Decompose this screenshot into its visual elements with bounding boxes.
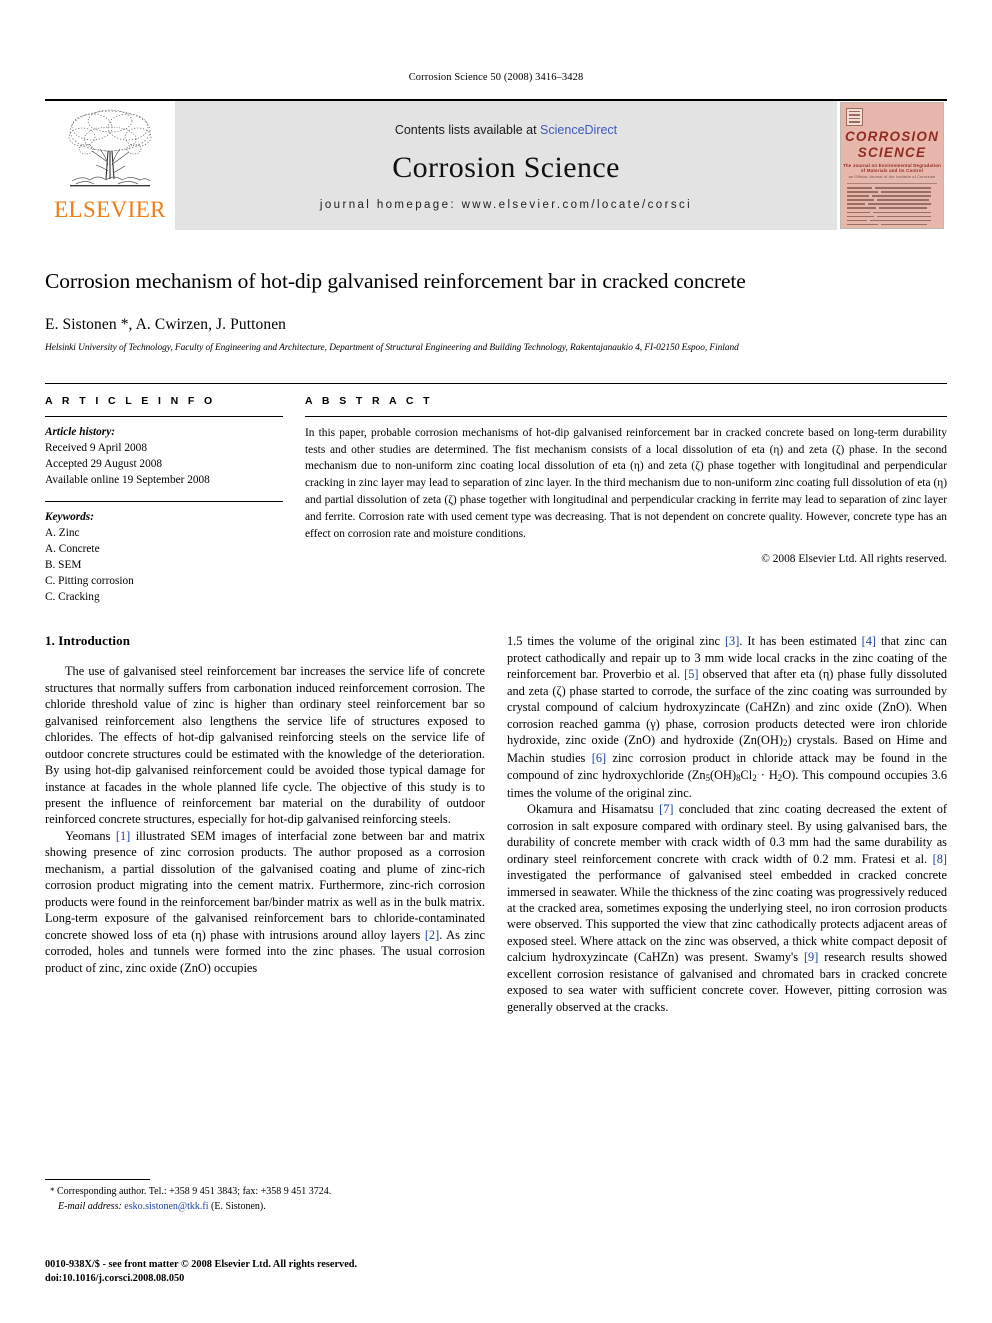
article-history-label: Article history: <box>45 425 115 438</box>
footnote-contact-text: Corresponding author. Tel.: +358 9 451 3… <box>57 1186 332 1197</box>
issn-line: 0010-938X/$ - see front matter © 2008 El… <box>45 1259 358 1270</box>
keyword-item: C. Cracking <box>45 591 100 604</box>
citation-ref-2[interactable]: [2] <box>425 928 439 942</box>
info-abstract-block: A R T I C L E I N F O Article history: R… <box>45 382 947 605</box>
journal-masthead: ELSEVIER Contents lists available at Sci… <box>45 99 947 230</box>
paragraph-text: illustrated SEM images of interfacial zo… <box>45 828 485 942</box>
paragraph-text: 1.5 times the volume of the original zin… <box>507 634 725 649</box>
paragraph: Okamura and Hisamatsu [7] concluded that… <box>507 801 947 1015</box>
contents-list-line: Contents lists available at ScienceDirec… <box>395 123 617 137</box>
affiliation: Helsinki University of Technology, Facul… <box>45 342 739 353</box>
citation-ref-9[interactable]: [9] <box>804 950 818 964</box>
keyword-item: A. Concrete <box>45 543 100 556</box>
citation-ref-6[interactable]: [6] <box>592 751 606 765</box>
section-heading-introduction: 1. Introduction <box>45 633 131 649</box>
email-owner: (E. Sistonen). <box>211 1200 266 1212</box>
paragraph-text: Cl <box>740 767 753 782</box>
author-list: E. Sistonen *, A. Cwirzen, J. Puttonen <box>45 315 287 333</box>
footnote-line-email: E-mail address: esko.sistonen@tkk.fi (E.… <box>45 1200 485 1215</box>
cover-badge-icon <box>846 108 863 126</box>
paper-page: Corrosion Science 50 (2008) 3416–3428 EL… <box>0 0 992 1323</box>
keyword-item: B. SEM <box>45 559 82 572</box>
history-item: Available online 19 September 2008 <box>45 474 210 487</box>
abstract-text: In this paper, probable corrosion mechan… <box>305 426 947 540</box>
abstract-copyright: © 2008 Elsevier Ltd. All rights reserved… <box>761 553 947 566</box>
email-link[interactable]: esko.sistonen@tkk.fi <box>124 1201 208 1212</box>
abstract-column: A B S T R A C T In this paper, probable … <box>305 384 947 605</box>
body-column-left: 1. Introduction The use of galvanised st… <box>45 633 485 1015</box>
paragraph-text: Okamura and Hisamatsu <box>527 802 660 817</box>
body-column-right: 1.5 times the volume of the original zin… <box>507 633 947 1015</box>
keywords-group: Keywords: A. Zinc A. Concrete B. SEM C. … <box>45 502 283 605</box>
citation-ref-8[interactable]: [8] <box>933 852 947 866</box>
running-head: Corrosion Science 50 (2008) 3416–3428 <box>408 72 584 83</box>
cover-subtitle: The Journal on Environmental Degradation… <box>842 163 942 173</box>
article-info-column: A R T I C L E I N F O Article history: R… <box>45 384 293 605</box>
citation-ref-5[interactable]: [5] <box>684 667 698 681</box>
citation-ref-4[interactable]: [4] <box>862 634 876 648</box>
doi-line: doi:10.1016/j.corsci.2008.08.050 <box>45 1273 185 1285</box>
footnote-line-contact: * Corresponding author. Tel.: +358 9 451… <box>45 1185 485 1200</box>
email-label: E-mail address: <box>58 1200 122 1212</box>
sciencedirect-link[interactable]: ScienceDirect <box>540 123 617 137</box>
history-item: Accepted 29 August 2008 <box>45 458 163 470</box>
corresponding-author-footnote: * Corresponding author. Tel.: +358 9 451… <box>45 1179 485 1214</box>
paragraph-text: · H <box>756 767 778 782</box>
paragraph: Yeomans [1] illustrated SEM images of in… <box>45 828 485 976</box>
title-block: Corrosion mechanism of hot-dip galvanise… <box>45 268 947 353</box>
paragraph-text: Yeomans <box>65 828 116 843</box>
cover-subtitle-secondary: an Official Journal of the Institute of … <box>848 175 936 179</box>
cover-title-line1: CORROSION <box>844 129 940 144</box>
citation-ref-3[interactable]: [3] <box>725 634 739 648</box>
cover-title-line2: SCIENCE <box>857 145 927 160</box>
page-footer: 0010-938X/$ - see front matter © 2008 El… <box>45 1258 565 1287</box>
footnote-marker: * <box>50 1186 55 1196</box>
article-info-heading: A R T I C L E I N F O <box>45 394 216 407</box>
paragraph-text: (OH) <box>710 767 737 782</box>
masthead-center: Contents lists available at ScienceDirec… <box>175 101 837 230</box>
page-title: Corrosion mechanism of hot-dip galvanise… <box>45 269 746 293</box>
contents-prefix: Contents lists available at <box>394 122 541 137</box>
journal-title: Corrosion Science <box>392 150 620 184</box>
journal-homepage-link[interactable]: journal homepage: www.elsevier.com/locat… <box>320 199 692 211</box>
footnote-rule <box>45 1179 150 1180</box>
abstract-heading: A B S T R A C T <box>305 394 433 407</box>
keyword-item: A. Zinc <box>45 527 80 540</box>
elsevier-logo: ELSEVIER <box>45 101 175 230</box>
elsevier-wordmark: ELSEVIER <box>54 197 166 222</box>
journal-cover-thumbnail: CORROSION SCIENCE The Journal on Environ… <box>837 101 947 230</box>
citation-ref-1[interactable]: [1] <box>116 829 130 843</box>
cover-image: CORROSION SCIENCE The Journal on Environ… <box>840 102 944 229</box>
history-item: Received 9 April 2008 <box>45 441 147 454</box>
paragraph: 1.5 times the volume of the original zin… <box>507 633 947 801</box>
paragraph-text: . It has been estimated <box>739 634 862 649</box>
cover-contents-lines <box>847 187 937 228</box>
keywords-label: Keywords: <box>45 511 94 524</box>
elsevier-tree-icon <box>68 109 152 187</box>
paragraph: The use of galvanised steel reinforcemen… <box>45 664 485 827</box>
cover-divider <box>847 183 937 184</box>
citation-ref-7[interactable]: [7] <box>659 802 673 816</box>
body-columns: 1. Introduction The use of galvanised st… <box>45 633 947 1015</box>
article-history-group: Article history: Received 9 April 2008 A… <box>45 417 283 488</box>
keyword-item: C. Pitting corrosion <box>45 575 134 588</box>
